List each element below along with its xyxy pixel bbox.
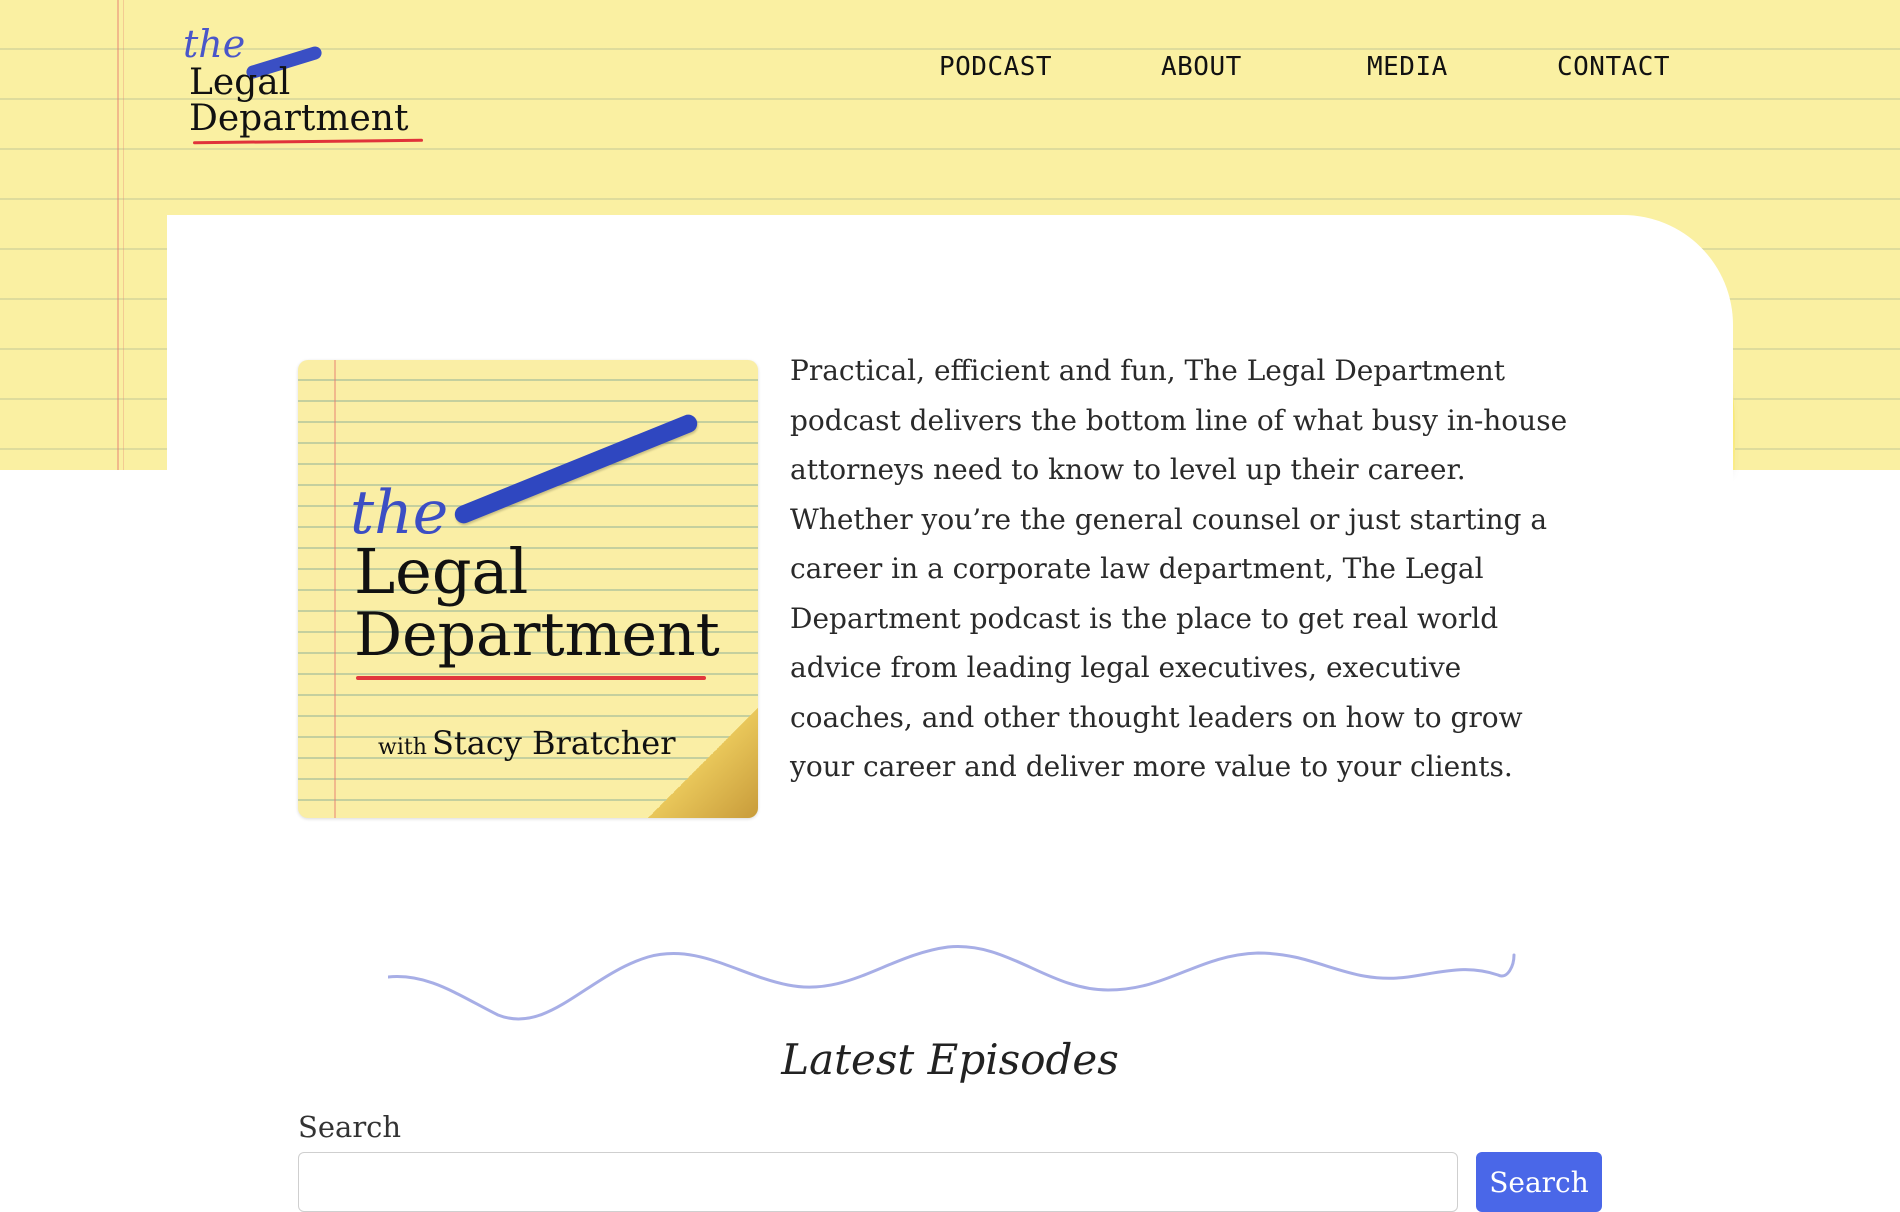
cover-underline xyxy=(356,676,706,680)
cover-with-text: with xyxy=(378,735,427,760)
search-button[interactable]: Search xyxy=(1476,1152,1602,1212)
cover-page-curl xyxy=(648,708,758,818)
search-input[interactable] xyxy=(298,1152,1458,1212)
squiggle-divider xyxy=(388,945,1516,1021)
search-label: Search xyxy=(298,1110,402,1144)
latest-episodes-heading: Latest Episodes xyxy=(781,1035,1119,1084)
podcast-cover-art: the Legal Department with Stacy Bratcher xyxy=(298,360,758,818)
cover-title-line-1: Legal xyxy=(354,535,529,608)
nav-about[interactable]: ABOUT xyxy=(1161,52,1242,82)
logo-underline xyxy=(192,138,424,145)
main-nav: PODCAST ABOUT MEDIA CONTACT xyxy=(0,52,1900,92)
cover-margin-line xyxy=(334,360,336,818)
nav-contact[interactable]: CONTACT xyxy=(1557,52,1670,82)
nav-media[interactable]: MEDIA xyxy=(1367,52,1448,82)
cover-host-line: with Stacy Bratcher xyxy=(378,724,676,762)
logo-line-2: Department xyxy=(189,98,409,139)
cover-host-name: Stacy Bratcher xyxy=(431,724,676,762)
podcast-description: Practical, efficient and fun, The Legal … xyxy=(790,354,1568,783)
pen-icon xyxy=(452,411,700,527)
nav-podcast[interactable]: PODCAST xyxy=(939,52,1052,82)
cover-title-line-2: Department xyxy=(354,600,720,670)
